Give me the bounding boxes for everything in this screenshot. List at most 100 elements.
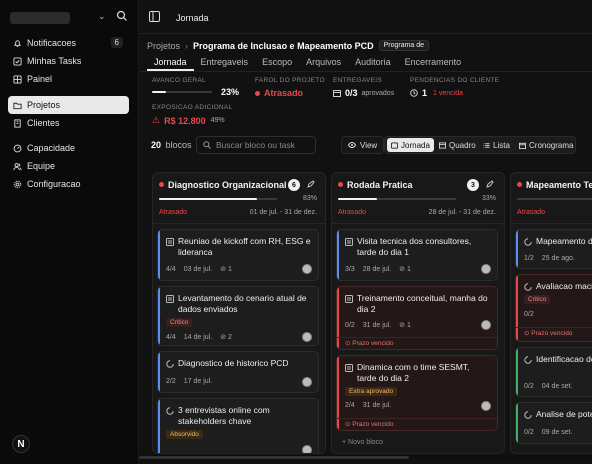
stat-pendencias: PENDENCIAS DO CLIENTE 1 1 vencida [410, 77, 499, 98]
tab-auditoria[interactable]: Auditoria [348, 55, 398, 71]
status-chip: Absorvido [166, 430, 203, 439]
search-field[interactable] [196, 136, 316, 154]
tab-jornada[interactable]: Jornada [147, 55, 194, 71]
column-header[interactable]: Diagnostico Organizacional 6 83% Atrasad… [153, 173, 325, 229]
column-dates: 01 de jul. - 31 de dez. [249, 209, 317, 216]
mode-jornada[interactable]: Jornada [387, 138, 434, 152]
gauge-icon [13, 144, 22, 152]
sidebar-item-minhas-tasks[interactable]: Minhas Tasks [8, 52, 129, 70]
tab-encerramento[interactable]: Encerramento [398, 55, 469, 71]
card-title: Dinamica com o time SESMT, tarde do dia … [357, 362, 470, 383]
avatar [302, 377, 312, 387]
column-divider [153, 223, 325, 224]
card-checks: 0/2 [345, 321, 355, 329]
pencil-icon[interactable] [486, 180, 494, 188]
users-icon [13, 162, 22, 170]
sidebar-item-clientes[interactable]: Clientes [8, 114, 129, 132]
loader-icon [524, 238, 532, 246]
task-card[interactable]: Analise de pote 0/2 09 de set. [515, 402, 592, 444]
doc-icon [166, 238, 174, 246]
search-icon[interactable] [116, 10, 128, 22]
task-card[interactable]: Avaliacao macro Critico 0/2 ⊙ Prazo venc… [515, 274, 592, 342]
eye-icon [348, 141, 356, 149]
search-input[interactable] [216, 140, 311, 150]
workspace-switcher[interactable]: ⌄ [10, 10, 110, 26]
card-attachments: 1 [407, 265, 411, 273]
card-checks: 0/2 [524, 429, 534, 436]
task-card[interactable]: Treinamento conceitual, manha do dia 2 0… [336, 286, 498, 350]
mode-label: Quadro [449, 140, 476, 150]
card-title: Visita tecnica dos consultores, tarde do… [357, 236, 472, 257]
overdue-label: Prazo vencido [352, 421, 394, 428]
tab-escopo[interactable]: Escopo [255, 55, 299, 71]
stat-avanco: AVANCO GERAL [152, 77, 206, 84]
card-meta: 0/2 04 de set. [524, 383, 580, 390]
task-card[interactable]: Mapeamento de 1/2 25 de ago. [515, 229, 592, 269]
sidebar-item-projetos[interactable]: Projetos [8, 96, 129, 114]
column-status: Atrasado [159, 209, 188, 216]
mode-lista[interactable]: Lista [479, 138, 514, 152]
sidebar-item-notificacoes[interactable]: Notificacoes 6 [8, 34, 129, 52]
overdue-label: Prazo vencido [531, 330, 573, 337]
mode-quadro[interactable]: Quadro [435, 138, 480, 152]
overdue-warning: ⊙ Prazo vencido [516, 327, 592, 339]
paperclip-icon: ⊘ [399, 322, 406, 329]
stat-exposicao: EXPOSICAO ADICIONAL ⚠ R$ 12.800 49% [152, 104, 232, 126]
sidebar-item-capacidade[interactable]: Capacidade [8, 139, 129, 157]
avatar [302, 332, 312, 342]
sidebar-item-configuracao[interactable]: Configuracao [8, 175, 129, 193]
task-card[interactable]: Dinamica com o time SESMT, tarde do dia … [336, 355, 498, 431]
block-column: Mapeamento Tecnico Atrasado Mapeamento d… [510, 172, 592, 454]
overdue-label: Prazo vencido [352, 340, 394, 347]
task-card[interactable]: Diagnostico de historico PCD 2/2 17 de j… [157, 351, 319, 393]
pencil-icon[interactable] [307, 180, 315, 188]
new-block-button[interactable]: + Novo bloco [342, 439, 383, 446]
loader-icon [524, 283, 532, 291]
sidebar-item-label: Minhas Tasks [27, 56, 82, 66]
task-card[interactable]: Levantamento do cenario atual de dados e… [157, 286, 319, 346]
mode-cronograma[interactable]: Cronograma [515, 138, 577, 152]
tab-entregaveis[interactable]: Entregaveis [194, 55, 256, 71]
card-title: Analise de pote [536, 409, 592, 419]
block-count-value: 20 [151, 140, 162, 150]
tab-arquivos[interactable]: Arquivos [299, 55, 348, 71]
horizontal-scrollbar[interactable] [139, 455, 592, 460]
task-card[interactable]: Identificacao de operacionais 0/2 04 de … [515, 347, 592, 397]
loader-icon [166, 360, 174, 368]
stat-sub: aprovados [361, 89, 395, 97]
avatar [302, 264, 312, 274]
sidebar-item-equipe[interactable]: Equipe [8, 157, 129, 175]
paperclip-icon: ⊘ [220, 334, 227, 341]
card-date: 03 de jul. [183, 265, 213, 273]
status-dot [517, 182, 522, 187]
task-count-badge: 3 [467, 179, 479, 191]
doc-icon [345, 295, 353, 303]
bell-icon [13, 39, 22, 47]
grid-icon [13, 74, 22, 84]
view-mode-switcher: Jornada Quadro Lista Cronograma [384, 136, 576, 154]
card-accent [516, 348, 518, 396]
block-column: Rodada Pratica 3 33% Atrasado 28 de jul.… [331, 172, 505, 454]
kanban-board: Diagnostico Organizacional 6 83% Atrasad… [139, 164, 592, 454]
breadcrumb-root[interactable]: Projetos [147, 41, 180, 51]
app-logo[interactable]: N [12, 435, 30, 453]
warning-icon: ⚠ [152, 115, 161, 125]
sidebar-toggle-icon[interactable] [149, 11, 160, 22]
overdue-warning: ⊙ Prazo vencido [337, 337, 497, 349]
column-header[interactable]: Rodada Pratica 3 33% Atrasado 28 de jul.… [332, 173, 504, 229]
stat-value: 23% [221, 87, 240, 97]
task-card[interactable]: Visita tecnica dos consultores, tarde do… [336, 229, 498, 281]
card-attachments: 2 [228, 333, 232, 341]
task-card[interactable]: Reuniao de kickoff com RH, ESG e lideran… [157, 229, 319, 281]
sidebar-item-painel[interactable]: Painel [8, 70, 129, 88]
view-button[interactable]: View [341, 136, 385, 154]
card-meta: 1/2 25 de ago. [524, 255, 583, 262]
column-header[interactable]: Mapeamento Tecnico Atrasado [511, 173, 592, 229]
task-card[interactable]: 3 entrevistas online com stakeholders ch… [157, 398, 319, 453]
card-date: 09 de set. [541, 429, 573, 436]
stat-label: PENDENCIAS DO CLIENTE [410, 77, 500, 84]
priority-chip: Critico [524, 295, 551, 304]
card-checks: 4/4 [166, 333, 176, 341]
stat-value: 1 [422, 88, 428, 98]
card-title: 3 entrevistas online com stakeholders ch… [178, 405, 270, 426]
